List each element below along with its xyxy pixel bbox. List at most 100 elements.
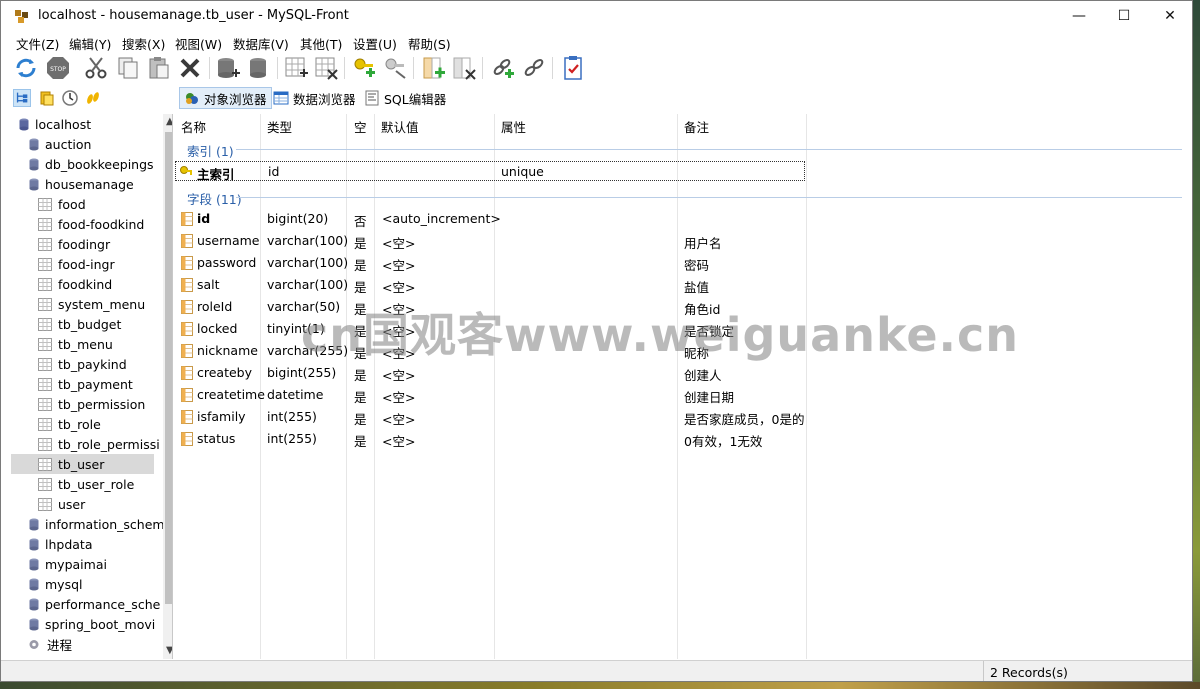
tree-item-foodkind[interactable]: foodkind (38, 274, 112, 294)
tree-item-auction[interactable]: auction (29, 134, 91, 154)
menu-settings[interactable]: 设置(U) (353, 34, 397, 53)
tree-item-user[interactable]: user (38, 494, 85, 514)
edit-user-icon[interactable] (382, 55, 408, 81)
tree-item-tb-permission[interactable]: tb_permission (38, 394, 145, 414)
menu-search[interactable]: 搜索(X) (122, 34, 165, 53)
tab-sql-editor[interactable]: SQL编辑器 (360, 87, 450, 109)
tree-view-icon[interactable] (13, 89, 31, 107)
col-header-default[interactable]: 默认值 (381, 117, 419, 136)
tree-item-tb-payment[interactable]: tb_payment (38, 374, 133, 394)
window-title: localhost - housemanage.tb_user - MySQL-… (38, 8, 349, 23)
field-name: locked (197, 321, 238, 336)
tree-scrollbar[interactable]: ▲ ▼ (163, 114, 172, 659)
tree-item-foodingr[interactable]: foodingr (38, 234, 110, 254)
field-row[interactable]: isfamily int(255) 是 <空> 是否家庭成员，0是的 (174, 406, 814, 428)
history-clock-icon[interactable] (61, 89, 79, 107)
stop-icon[interactable]: STOP (45, 55, 71, 81)
footprints-icon[interactable] (84, 89, 102, 107)
field-icon (181, 212, 193, 226)
col-header-comment[interactable]: 备注 (684, 117, 709, 136)
scroll-up-icon[interactable]: ▲ (166, 116, 172, 127)
tab-data-browser[interactable]: 数据浏览器 (269, 87, 360, 109)
desktop-background (0, 682, 1200, 689)
bookmarks-icon[interactable] (38, 89, 56, 107)
tab-object-browser[interactable]: 对象浏览器 (179, 87, 272, 109)
new-user-icon[interactable] (351, 55, 377, 81)
tree-item-label: tb_payment (58, 376, 133, 392)
close-button[interactable]: ✕ (1147, 1, 1192, 31)
menu-other[interactable]: 其他(T) (300, 34, 342, 53)
field-default: <空> (382, 368, 416, 383)
field-row[interactable]: createtime datetime 是 <空> 创建日期 (174, 384, 814, 406)
tree-scroll-thumb[interactable] (165, 132, 172, 604)
tree-item-tb-menu[interactable]: tb_menu (38, 334, 113, 354)
menu-file[interactable]: 文件(Z) (16, 34, 59, 53)
tree-item-label: tb_role (58, 416, 101, 432)
refresh-icon[interactable] (13, 55, 39, 81)
field-row[interactable]: status int(255) 是 <空> 0有效，1无效 (174, 428, 814, 450)
menu-database[interactable]: 数据库(V) (233, 34, 289, 53)
col-header-name[interactable]: 名称 (181, 117, 206, 136)
new-field-icon[interactable] (421, 55, 447, 81)
toolbar-separator (482, 57, 483, 79)
cut-icon[interactable] (83, 55, 109, 81)
index-row[interactable]: 主索引 id unique (175, 161, 805, 182)
tree-item-food-ingr[interactable]: food-ingr (38, 254, 115, 274)
tree-item-tb-user-role[interactable]: tb_user_role (38, 474, 134, 494)
tree-item-food-foodkind[interactable]: food-foodkind (38, 214, 144, 234)
tree-item-db-bookkeepings[interactable]: db_bookkeepings (29, 154, 154, 174)
tree-item--[interactable]: 进程 (27, 634, 72, 654)
checklist-icon[interactable] (560, 55, 586, 81)
menu-edit[interactable]: 编辑(Y) (69, 34, 111, 53)
tree-item-tb-paykind[interactable]: tb_paykind (38, 354, 127, 374)
field-null: 是 (354, 258, 367, 273)
field-row[interactable]: password varchar(100) 是 <空> 密码 (174, 252, 814, 274)
tree-item-label: localhost (35, 116, 92, 132)
new-table-icon[interactable] (283, 55, 309, 81)
col-header-null[interactable]: 空 (354, 117, 367, 136)
tree-item-tb-role-permissi[interactable]: tb_role_permissi (38, 434, 160, 454)
drop-field-icon[interactable] (451, 55, 477, 81)
remove-link-icon[interactable] (521, 55, 547, 81)
scroll-down-icon[interactable]: ▼ (166, 645, 172, 656)
object-tree: localhost auction db_bookkeepings housemana… (9, 114, 173, 659)
tree-item-lhpdata[interactable]: lhpdata (29, 534, 93, 554)
tree-item-tb-user[interactable]: tb_user (11, 454, 154, 474)
new-database-icon[interactable] (215, 55, 241, 81)
tree-item-spring-boot-movi[interactable]: spring_boot_movi (29, 614, 155, 634)
menu-view[interactable]: 视图(W) (175, 34, 222, 53)
tree-item-tb-budget[interactable]: tb_budget (38, 314, 121, 334)
paste-icon[interactable] (146, 55, 172, 81)
tree-item-mypaimai[interactable]: mypaimai (29, 554, 107, 574)
new-link-icon[interactable] (490, 55, 516, 81)
field-row[interactable]: id bigint(20) 否 <auto_increment> (174, 208, 814, 230)
delete-icon[interactable] (177, 55, 203, 81)
drop-table-icon[interactable] (313, 55, 339, 81)
field-name: password (197, 255, 257, 270)
col-header-attributes[interactable]: 属性 (501, 117, 526, 136)
tree-item-food[interactable]: food (38, 194, 86, 214)
tree-item-mysql[interactable]: mysql (29, 574, 83, 594)
tree-item-localhost[interactable]: localhost (19, 114, 91, 134)
field-row[interactable]: username varchar(100) 是 <空> 用户名 (174, 230, 814, 252)
menu-help[interactable]: 帮助(S) (408, 34, 451, 53)
maximize-button[interactable]: ☐ (1101, 1, 1147, 31)
tree-item-performance-sche[interactable]: performance_sche (29, 594, 160, 614)
drop-database-icon[interactable] (245, 55, 271, 81)
field-group-header[interactable]: 字段 (11) (187, 189, 242, 208)
tree-item-tb-role[interactable]: tb_role (38, 414, 101, 434)
toolbar-separator (344, 57, 345, 79)
field-type: bigint(20) (267, 211, 329, 226)
field-row[interactable]: salt varchar(100) 是 <空> 盐值 (174, 274, 814, 296)
tree-item-label: tb_budget (58, 316, 122, 332)
index-group-header[interactable]: 索引 (1) (187, 141, 234, 160)
tree-item-housemanage[interactable]: housemanage (29, 174, 134, 194)
col-header-type[interactable]: 类型 (267, 117, 292, 136)
table-icon (38, 397, 52, 411)
tree-item-system-menu[interactable]: system_menu (38, 294, 145, 314)
tree-item-label: foodingr (58, 236, 111, 252)
tree-item-information-schem[interactable]: information_schem (29, 514, 165, 534)
copy-icon[interactable] (115, 55, 141, 81)
minimize-button[interactable]: — (1056, 1, 1102, 31)
field-row[interactable]: createby bigint(255) 是 <空> 创建人 (174, 362, 814, 384)
